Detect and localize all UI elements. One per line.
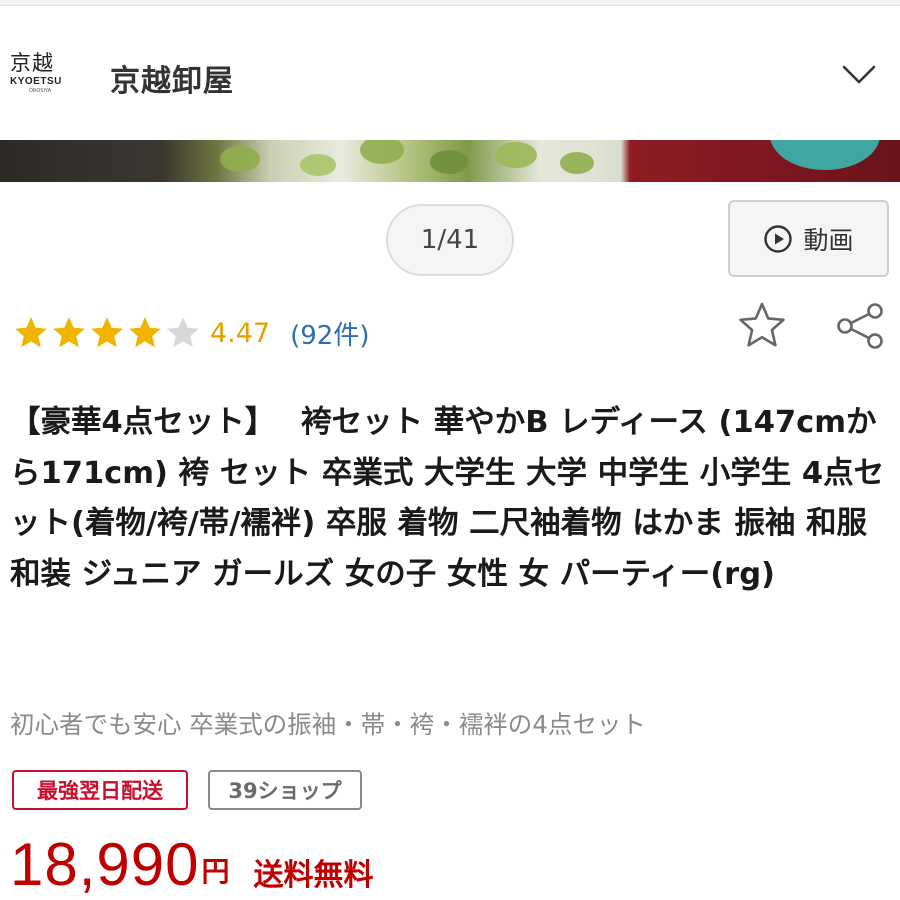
star-full-icon [129,317,161,348]
review-count-link[interactable]: (92件) [290,315,369,352]
free-shipping-label: 送料無料 [253,858,374,893]
chevron-down-icon[interactable] [842,64,876,86]
price-currency: 円 [201,855,230,888]
store-header[interactable]: 京越 KYOETSU OROSIYA 京越卸屋 [0,6,900,140]
store-logo[interactable]: 京越 KYOETSU OROSIYA [10,50,70,102]
video-label: 動画 [803,225,854,255]
image-pager: 1/41 [386,204,514,276]
logo-text: KYOETSU [10,76,62,87]
product-title: 【豪華4点セット】 袴セット 華やかB レディース (147cmから171cm)… [10,405,885,592]
banner-decoration [770,140,880,170]
rating-value: 4.47 [210,317,271,349]
star-full-icon [91,317,123,348]
video-button[interactable]: 動画 [728,200,889,277]
star-full-icon [53,317,85,348]
logo-subtext: OROSIYA [28,88,52,94]
product-subtitle: 初心者でも安心 卒業式の振袖・帯・袴・襦袢の4点セット [10,710,646,739]
play-circle-icon [764,224,793,253]
price-row: 18,990 円 送料無料 [10,824,374,900]
logo-mark: 京越 [10,51,54,75]
star-full-icon [15,317,47,348]
rating-stars [12,314,202,352]
shop-badge: 39ショップ [208,770,362,810]
store-name[interactable]: 京越卸屋 [110,56,234,100]
delivery-badge: 最強翌日配送 [12,770,188,810]
rating-row[interactable]: 4.47 (92件) [12,310,370,356]
price-amount: 18,990 [10,831,200,898]
star-outline-icon[interactable] [734,298,790,354]
share-icon[interactable] [832,298,888,354]
star-empty-icon [167,317,199,348]
product-image-banner[interactable] [0,140,900,182]
